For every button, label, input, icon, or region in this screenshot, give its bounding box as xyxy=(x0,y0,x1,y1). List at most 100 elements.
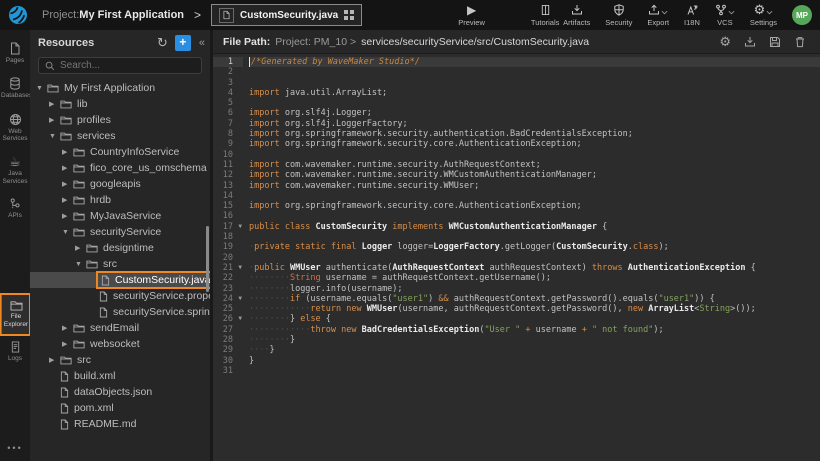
code-line[interactable]: ········String username = authRequestCon… xyxy=(249,273,820,283)
code-line[interactable] xyxy=(249,366,820,376)
more-options-button[interactable]: ••• xyxy=(0,437,30,461)
code-line[interactable]: import org.springframework.security.auth… xyxy=(249,129,820,139)
code-line[interactable]: ········logger.info(username); xyxy=(249,284,820,294)
expand-arrow-icon[interactable]: ▼ xyxy=(36,85,47,92)
add-resource-button[interactable]: + xyxy=(175,35,191,51)
code-line[interactable] xyxy=(249,98,820,108)
code-line[interactable] xyxy=(249,253,820,263)
tree-item-pom-xml[interactable]: pom.xml xyxy=(30,400,210,416)
code-line[interactable]: ·private static final Logger logger=Logg… xyxy=(249,242,820,252)
code-line[interactable]: } xyxy=(249,356,820,366)
collapse-arrow-icon[interactable]: ▶ xyxy=(62,340,73,348)
delete-file-trash-icon[interactable] xyxy=(794,36,806,48)
expand-arrow-icon[interactable]: ▼ xyxy=(62,229,73,236)
tree-item-securityservice[interactable]: ▼securityService xyxy=(30,224,210,240)
code-line[interactable]: ········} else { xyxy=(249,314,820,324)
code-line[interactable]: import org.springframework.security.core… xyxy=(249,139,820,149)
code-line[interactable]: import com.wavemaker.runtime.security.WM… xyxy=(249,170,820,180)
code-line[interactable]: import org.slf4j.LoggerFactory; xyxy=(249,119,820,129)
topbar-artifacts-button[interactable]: Artifacts xyxy=(563,3,590,27)
sidebar-item-pages[interactable]: Pages xyxy=(0,36,30,71)
user-avatar[interactable]: MP xyxy=(792,5,812,25)
topbar-export-button[interactable]: Export xyxy=(647,3,669,27)
code-line[interactable]: ·public WMUser authenticate(AuthRequestC… xyxy=(249,263,820,273)
editor-settings-gear-icon[interactable]: ⚙ xyxy=(719,36,731,48)
fold-arrow-icon[interactable]: ▼ xyxy=(238,263,242,273)
code-line[interactable]: import com.wavemaker.runtime.security.Au… xyxy=(249,160,820,170)
code-line[interactable]: import org.slf4j.Logger; xyxy=(249,108,820,118)
topbar-settings-button[interactable]: ⚙Settings xyxy=(750,3,777,27)
topbar-vcs-button[interactable]: VCS xyxy=(715,3,735,27)
code-line[interactable]: ············throw new BadCredentialsExce… xyxy=(249,325,820,335)
collapse-arrow-icon[interactable]: ▶ xyxy=(49,100,60,108)
collapse-arrow-icon[interactable]: ▶ xyxy=(62,164,73,172)
collapse-arrow-icon[interactable]: ▶ xyxy=(75,244,86,252)
tree-item-src[interactable]: ▶src xyxy=(30,352,210,368)
code-line[interactable]: import com.wavemaker.runtime.security.WM… xyxy=(249,181,820,191)
save-file-icon[interactable] xyxy=(769,36,781,48)
tree-item-src[interactable]: ▼src xyxy=(30,256,210,272)
code-line[interactable] xyxy=(249,211,820,221)
code-line[interactable]: import org.springframework.security.core… xyxy=(249,201,820,211)
code-line[interactable]: /*Generated by WaveMaker Studio*/ xyxy=(249,57,820,67)
tree-item-customsecurity-java[interactable]: CustomSecurity.java xyxy=(30,272,210,288)
refresh-icon[interactable]: ↻ xyxy=(157,36,168,49)
sidebar-item-logs[interactable]: Logs xyxy=(0,335,30,369)
expand-arrow-icon[interactable]: ▼ xyxy=(75,261,86,268)
tree-item-fico-core-us-omschema[interactable]: ▶fico_core_us_omschema xyxy=(30,160,210,176)
grid-icon[interactable] xyxy=(344,10,354,20)
tree-item-build-xml[interactable]: build.xml xyxy=(30,368,210,384)
sidebar-item-java-services[interactable]: ☕Java Services xyxy=(0,150,30,192)
tree-item-securityservice-spring-xml[interactable]: securityService.spring.xml xyxy=(30,304,210,320)
tutorials-button[interactable]: Tutorials xyxy=(531,3,559,27)
tree-item-services[interactable]: ▼services xyxy=(30,128,210,144)
topbar-i18n-button[interactable]: I18N xyxy=(684,3,700,27)
tree-item-designtime[interactable]: ▶designtime xyxy=(30,240,210,256)
collapse-arrow-icon[interactable]: ▶ xyxy=(62,212,73,220)
collapse-arrow-icon[interactable]: ▶ xyxy=(49,356,60,364)
code-line[interactable]: ············return new WMUser(username, … xyxy=(249,304,820,314)
code-line[interactable]: ····} xyxy=(249,345,820,355)
code-line[interactable] xyxy=(249,232,820,242)
collapse-arrow-icon[interactable]: ▶ xyxy=(62,180,73,188)
tree-item-lib[interactable]: ▶lib xyxy=(30,96,210,112)
tree-item-countryinfoservice[interactable]: ▶CountryInfoService xyxy=(30,144,210,160)
tree-item-profiles[interactable]: ▶profiles xyxy=(30,112,210,128)
tab-customsecurity-java[interactable]: CustomSecurity.java xyxy=(211,4,362,26)
sidebar-item-databases[interactable]: Databases xyxy=(0,71,30,106)
code-line[interactable] xyxy=(249,78,820,88)
sidebar-item-file-explorer[interactable]: File Explorer xyxy=(0,294,30,335)
tree-item-readme-md[interactable]: README.md xyxy=(30,416,210,432)
project-breadcrumb[interactable]: Project:My First Application xyxy=(42,9,184,21)
download-file-icon[interactable] xyxy=(744,36,756,48)
tree-item-hrdb[interactable]: ▶hrdb xyxy=(30,192,210,208)
tree-item-googleapis[interactable]: ▶googleapis xyxy=(30,176,210,192)
preview-button[interactable]: ▶ Preview xyxy=(458,3,485,27)
sidebar-item-web-services[interactable]: Web Services xyxy=(0,107,30,150)
tree-scrollbar[interactable] xyxy=(206,226,209,292)
code-area[interactable]: 1234567891011121314151617▼18192021▼22232… xyxy=(213,54,820,461)
tree-item-websocket[interactable]: ▶websocket xyxy=(30,336,210,352)
sidebar-item-apis[interactable]: APIs xyxy=(0,192,30,226)
tree-item-securityservice-properties[interactable]: securityService.properties xyxy=(30,288,210,304)
wavemaker-logo-icon[interactable] xyxy=(8,5,28,25)
code-line[interactable] xyxy=(249,150,820,160)
tree-item-sendemail[interactable]: ▶sendEmail xyxy=(30,320,210,336)
tree-item-myjavaservice[interactable]: ▶MyJavaService xyxy=(30,208,210,224)
topbar-security-button[interactable]: Security xyxy=(605,3,632,27)
tree-item-dataobjects-json[interactable]: dataObjects.json xyxy=(30,384,210,400)
code-line[interactable]: public class CustomSecurity implements W… xyxy=(249,222,820,232)
code-line[interactable]: import java.util.ArrayList; xyxy=(249,88,820,98)
code-line[interactable] xyxy=(249,67,820,77)
search-input[interactable] xyxy=(60,60,195,71)
fold-arrow-icon[interactable]: ▼ xyxy=(238,294,242,304)
collapse-arrow-icon[interactable]: ▶ xyxy=(49,116,60,124)
code-line[interactable]: ········if (username.equals("user1") && … xyxy=(249,294,820,304)
collapse-arrow-icon[interactable]: ▶ xyxy=(62,148,73,156)
collapse-arrow-icon[interactable]: ▶ xyxy=(62,196,73,204)
fold-arrow-icon[interactable]: ▼ xyxy=(238,222,242,232)
code-line[interactable] xyxy=(249,191,820,201)
collapse-arrow-icon[interactable]: ▶ xyxy=(62,324,73,332)
fold-arrow-icon[interactable]: ▼ xyxy=(238,314,242,324)
expand-arrow-icon[interactable]: ▼ xyxy=(49,133,60,140)
